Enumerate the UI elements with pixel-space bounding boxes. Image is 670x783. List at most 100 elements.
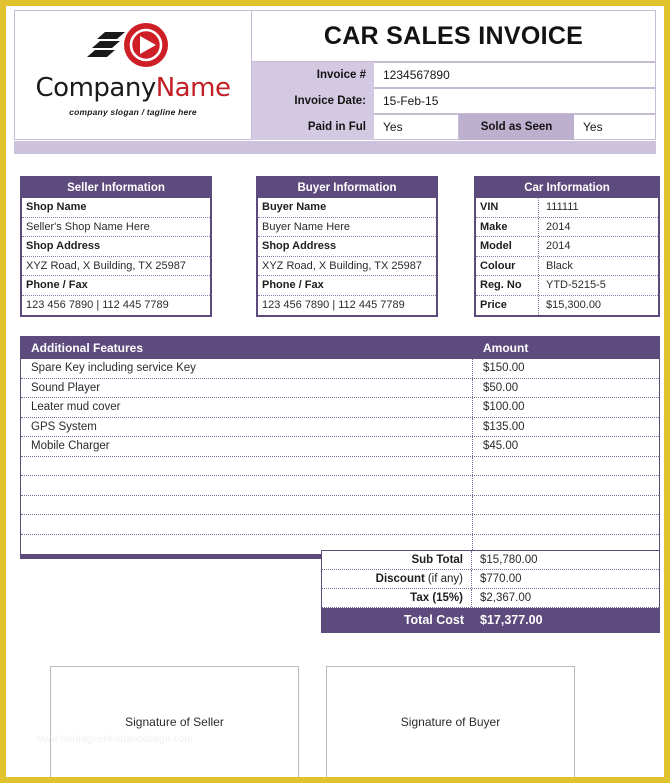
feature-description: Leater mud cover	[21, 398, 473, 417]
invoice-number-value[interactable]: 1234567890	[374, 62, 656, 88]
feature-amount: $45.00	[483, 440, 519, 453]
car-vin-row: VIN 111111	[476, 198, 658, 218]
feature-description: Mobile Charger	[21, 437, 473, 456]
car-reg-no-value[interactable]: YTD-5215-5	[539, 279, 658, 291]
feature-amount: $135.00	[483, 420, 525, 433]
invoice-title-cell: CAR SALES INVOICE	[252, 10, 656, 62]
table-row[interactable]: Spare Key including service Key $150.00	[21, 359, 659, 379]
car-make-row: Make 2014	[476, 217, 658, 237]
feature-description	[21, 515, 473, 534]
feature-amount: $50.00	[483, 381, 519, 394]
car-price-value[interactable]: $15,300.00	[539, 299, 658, 311]
header-divider-band	[14, 141, 656, 154]
buyer-name-value[interactable]: Buyer Name Here	[258, 218, 436, 237]
car-colour-value[interactable]: Black	[539, 260, 658, 272]
buyer-phone-fax-label: Phone / Fax	[258, 276, 436, 296]
table-row-empty[interactable]	[21, 495, 659, 515]
company-logo-cell: CompanyName company slogan / tagline her…	[14, 10, 252, 140]
paid-in-full-label: Paid in Ful	[252, 114, 374, 140]
tax-row: Tax (15%) $2,367.00	[322, 589, 659, 608]
page-title: CAR SALES INVOICE	[323, 21, 584, 50]
table-row[interactable]: Mobile Charger $45.00	[21, 437, 659, 457]
table-row[interactable]: Sound Player $50.00	[21, 378, 659, 398]
buyer-signature-box[interactable]: Signature of Buyer	[326, 666, 575, 777]
buyer-information-table: Buyer Information Buyer Name Buyer Name …	[256, 176, 438, 317]
features-header-row: Additional Features Amount	[21, 337, 659, 359]
car-information-table: Car Information VIN 111111 Make 2014 Mod…	[474, 176, 660, 317]
buyer-phone-fax-value[interactable]: 123 456 7890 | 112 445 7789	[258, 296, 436, 316]
feature-description: Sound Player	[21, 378, 473, 397]
car-make-label: Make	[476, 217, 539, 236]
feature-description: Spare Key including service Key	[21, 359, 473, 378]
seller-signature-box[interactable]: Signature of Seller	[50, 666, 299, 777]
feature-amount	[473, 496, 659, 515]
buyer-address-label: Shop Address	[258, 237, 436, 257]
tax-value[interactable]: $2,367.00	[472, 589, 659, 607]
discount-label: Discount (if any)	[322, 570, 472, 588]
car-colour-label: Colour	[476, 256, 539, 275]
buyer-information-heading: Buyer Information	[258, 178, 436, 198]
feature-amount	[473, 457, 659, 476]
sub-total-row: Sub Total $15,780.00	[322, 551, 659, 570]
sub-total-value[interactable]: $15,780.00	[472, 551, 659, 569]
car-model-value[interactable]: 2014	[539, 240, 658, 252]
feature-amount	[473, 515, 659, 534]
table-row-empty[interactable]	[21, 456, 659, 476]
sold-as-seen-label: Sold as Seen	[459, 114, 574, 140]
additional-features-table: Additional Features Amount Spare Key inc…	[20, 336, 660, 559]
invoice-header: CompanyName company slogan / tagline her…	[14, 10, 656, 142]
invoice-number-label: Invoice #	[252, 62, 374, 88]
tax-label: Tax (15%)	[322, 589, 472, 607]
car-vin-value[interactable]: 111111	[539, 201, 658, 213]
sub-total-label: Sub Total	[322, 551, 472, 569]
seller-information-heading: Seller Information	[22, 178, 210, 198]
invoice-meta-grid: Invoice # 1234567890 Invoice Date: 15-Fe…	[252, 62, 656, 140]
car-reg-no-label: Reg. No	[476, 276, 539, 295]
buyer-address-value[interactable]: XYZ Road, X Building, TX 25987	[258, 257, 436, 276]
total-cost-row: Total Cost $17,377.00	[322, 608, 659, 632]
table-row[interactable]: Leater mud cover $100.00	[21, 398, 659, 418]
car-reg-no-row: Reg. No YTD-5215-5	[476, 276, 658, 296]
invoice-date-row: Invoice Date: 15-Feb-15	[252, 88, 656, 114]
seller-address-value[interactable]: XYZ Road, X Building, TX 25987	[22, 257, 210, 276]
feature-description: GPS System	[21, 417, 473, 436]
feature-amount: $100.00	[483, 401, 525, 414]
seller-address-label: Shop Address	[22, 237, 210, 257]
invoice-date-value[interactable]: 15-Feb-15	[374, 88, 656, 114]
total-cost-label: Total Cost	[403, 613, 464, 627]
table-row[interactable]: GPS System $135.00	[21, 417, 659, 437]
car-information-heading: Car Information	[476, 178, 658, 198]
total-cost-value: $17,377.00	[480, 613, 543, 627]
features-amount-header: Amount	[483, 341, 529, 355]
seller-phone-fax-value[interactable]: 123 456 7890 | 112 445 7789	[22, 296, 210, 316]
invoice-number-row: Invoice # 1234567890	[252, 62, 656, 88]
company-logo-icon	[87, 23, 168, 67]
feature-description	[21, 495, 473, 514]
car-price-label: Price	[476, 295, 539, 315]
seller-shop-name-label: Shop Name	[22, 198, 210, 218]
seller-signature-label: Signature of Seller	[125, 715, 224, 729]
discount-label-note: (if any)	[427, 573, 463, 585]
paid-in-full-value[interactable]: Yes	[374, 114, 459, 140]
feature-description	[21, 456, 473, 475]
sold-as-seen-value[interactable]: Yes	[574, 114, 656, 140]
company-tagline: company slogan / tagline here	[69, 107, 197, 117]
paid-sold-row: Paid in Ful Yes Sold as Seen Yes	[252, 114, 656, 140]
invoice-page: CompanyName company slogan / tagline her…	[0, 0, 670, 783]
feature-amount	[473, 476, 659, 495]
car-model-row: Model 2014	[476, 237, 658, 257]
buyer-signature-label: Signature of Buyer	[400, 715, 501, 729]
invoice-body: CompanyName company slogan / tagline her…	[6, 6, 664, 777]
table-row-empty[interactable]	[21, 476, 659, 496]
invoice-date-label: Invoice Date:	[252, 88, 374, 114]
feature-amount: $150.00	[483, 362, 525, 375]
seller-information-table: Seller Information Shop Name Seller's Sh…	[20, 176, 212, 317]
discount-row: Discount (if any) $770.00	[322, 570, 659, 589]
seller-phone-fax-label: Phone / Fax	[22, 276, 210, 296]
totals-table: Sub Total $15,780.00 Discount (if any) $7…	[321, 550, 660, 633]
seller-shop-name-value[interactable]: Seller's Shop Name Here	[22, 218, 210, 237]
watermark-text: www.heritagechristiancollege.com	[36, 734, 194, 745]
discount-value[interactable]: $770.00	[472, 570, 659, 588]
car-make-value[interactable]: 2014	[539, 221, 658, 233]
table-row-empty[interactable]	[21, 515, 659, 535]
